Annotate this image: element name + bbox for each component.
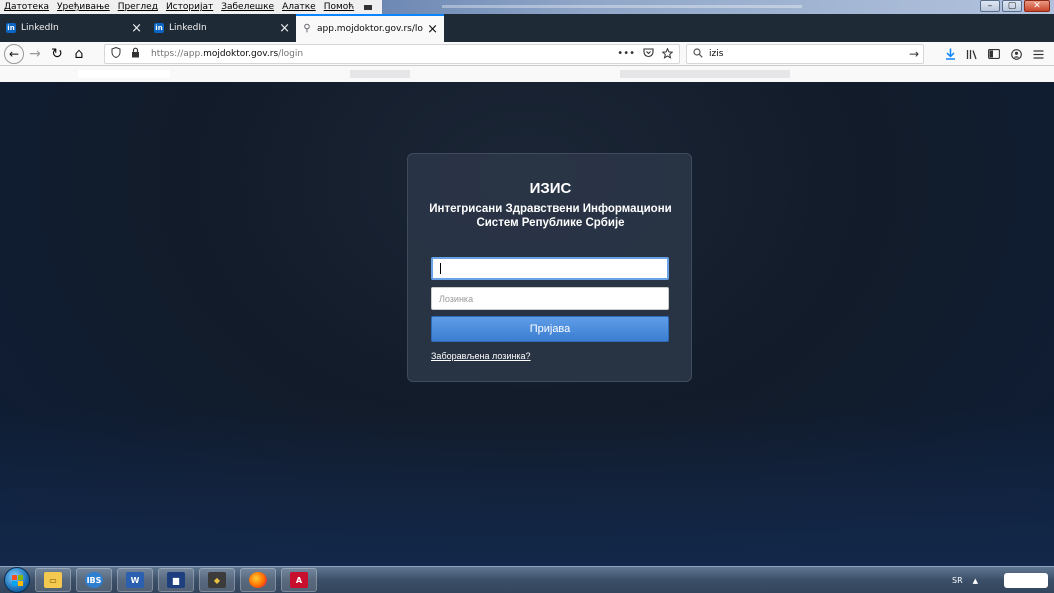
- word-icon: W: [126, 572, 144, 588]
- taskbar-word[interactable]: W: [117, 568, 153, 592]
- page-actions-menu-icon[interactable]: •••: [617, 48, 635, 62]
- search-go-icon[interactable]: →: [909, 47, 919, 61]
- shield-app-icon: ◆: [208, 572, 226, 588]
- taskbar-shield[interactable]: ◆: [199, 568, 235, 592]
- globe-icon: ⚲: [303, 23, 311, 34]
- bookmark-blurred: [620, 70, 790, 78]
- app-mini-icon: [362, 2, 376, 12]
- bookmark-blurred: [350, 70, 410, 78]
- menu-bar: Датотека Уређивање Преглед Историјат Заб…: [0, 0, 1054, 14]
- bookmark-star-icon[interactable]: [661, 47, 674, 62]
- menu-help[interactable]: Помоћ: [320, 2, 358, 12]
- text-caret: [440, 263, 441, 274]
- tab-mojdoktor-login[interactable]: ⚲ app.mojdoktor.gov.rs/login ×: [296, 14, 444, 42]
- tab-bar: in LinkedIn × in LinkedIn × ⚲ app.mojdok…: [0, 14, 1054, 42]
- menu-edit[interactable]: Уређивање: [53, 2, 114, 12]
- address-bar[interactable]: https://app.mojdoktor.gov.rs/login •••: [104, 44, 680, 64]
- app-subtitle: Интегрисани Здравствени Информациони Сис…: [429, 203, 672, 229]
- system-tray: SR ▲: [944, 567, 1054, 593]
- toolbar-right: [942, 44, 1046, 64]
- login-card: ИЗИС Интегрисани Здравствени Информацион…: [407, 153, 692, 382]
- page-background: ИЗИС Интегрисани Здравствени Информацион…: [0, 82, 1054, 566]
- username-input[interactable]: [431, 257, 669, 280]
- windows-taskbar: ▭ IBS W ▆ ◆ A SR ▲: [0, 566, 1054, 593]
- tab-linkedin-1[interactable]: in LinkedIn ×: [0, 14, 148, 42]
- navigation-toolbar: ← → ↻ ⌂ https://app.mojdoktor.gov.rs/log…: [0, 42, 1054, 66]
- minimize-button[interactable]: –: [980, 0, 1000, 12]
- login-button[interactable]: Пријава: [431, 316, 669, 342]
- search-bar[interactable]: izis →: [686, 44, 924, 64]
- library-icon[interactable]: [964, 44, 980, 64]
- back-button[interactable]: ←: [4, 43, 24, 64]
- linkedin-icon: in: [6, 23, 16, 33]
- ibs-icon: IBS: [85, 572, 103, 588]
- tab-title: LinkedIn: [169, 23, 207, 33]
- reload-button[interactable]: ↻: [46, 43, 68, 65]
- folder-icon: ▭: [44, 572, 62, 588]
- menu-view[interactable]: Преглед: [114, 2, 162, 12]
- home-button[interactable]: ⌂: [68, 43, 90, 65]
- linkedin-icon: in: [154, 23, 164, 33]
- window-controls: – ▢ ✕: [980, 0, 1050, 12]
- download-icon[interactable]: [942, 44, 958, 64]
- title-bar-blurred: [382, 0, 1054, 14]
- floppy-icon: ▆: [167, 572, 185, 588]
- shield-icon[interactable]: [111, 46, 125, 61]
- sidebar-icon[interactable]: [986, 44, 1002, 64]
- menu-bookmarks[interactable]: Забелешке: [217, 2, 278, 12]
- maximize-button[interactable]: ▢: [1002, 0, 1022, 12]
- start-button[interactable]: [4, 567, 30, 593]
- taskbar-pdf[interactable]: A: [281, 568, 317, 592]
- menu-history[interactable]: Историјат: [162, 2, 217, 12]
- close-tab-icon[interactable]: ×: [131, 21, 142, 36]
- firefox-icon: [249, 572, 267, 588]
- pocket-icon[interactable]: [643, 48, 654, 62]
- bookmark-blurred: [78, 70, 170, 78]
- forward-button[interactable]: →: [24, 43, 46, 65]
- search-input[interactable]: izis: [709, 49, 723, 59]
- lock-icon[interactable]: [131, 47, 145, 61]
- password-input[interactable]: [431, 287, 669, 310]
- tab-title: app.mojdoktor.gov.rs/login: [317, 24, 423, 34]
- account-icon[interactable]: [1008, 44, 1024, 64]
- taskbar-explorer[interactable]: ▭: [35, 568, 71, 592]
- app-name-heading: ИЗИС: [529, 180, 572, 197]
- taskbar-ibs[interactable]: IBS: [76, 568, 112, 592]
- menu-file[interactable]: Датотека: [0, 2, 53, 12]
- forgot-password-link[interactable]: Заборављена лозинка?: [431, 351, 531, 361]
- taskbar-save[interactable]: ▆: [158, 568, 194, 592]
- search-icon: [693, 47, 705, 61]
- menu-tools[interactable]: Алатке: [278, 2, 320, 12]
- page-actions: •••: [617, 47, 674, 62]
- taskbar-firefox[interactable]: [240, 568, 276, 592]
- bookmarks-toolbar-blurred: [0, 66, 1054, 82]
- close-tab-icon[interactable]: ×: [427, 22, 438, 37]
- close-window-button[interactable]: ✕: [1024, 0, 1050, 12]
- clock-redacted[interactable]: [1004, 573, 1048, 588]
- hamburger-menu-icon[interactable]: [1030, 44, 1046, 64]
- tab-linkedin-2[interactable]: in LinkedIn ×: [148, 14, 296, 42]
- pdf-reader-icon: A: [290, 572, 308, 588]
- language-indicator[interactable]: SR: [952, 576, 963, 585]
- close-tab-icon[interactable]: ×: [279, 21, 290, 36]
- tab-title: LinkedIn: [21, 23, 59, 33]
- show-hidden-icons-icon[interactable]: ▲: [973, 577, 978, 585]
- url-text: https://app.mojdoktor.gov.rs/login: [151, 49, 304, 59]
